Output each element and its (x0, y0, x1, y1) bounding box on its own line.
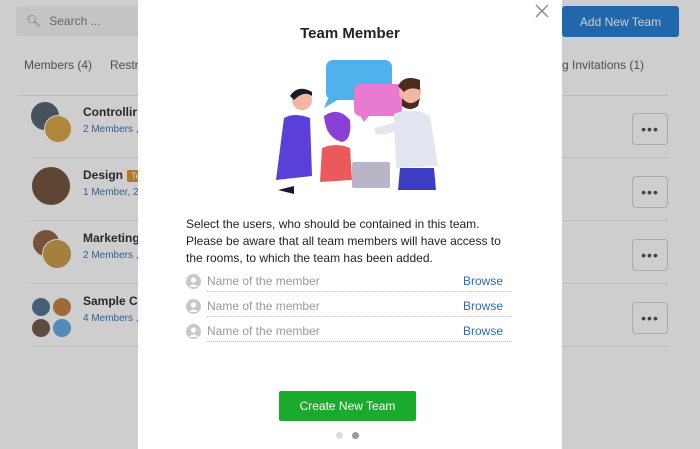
pager-dot[interactable] (336, 432, 343, 439)
close-button[interactable] (533, 3, 551, 21)
browse-link[interactable]: Browse (463, 324, 503, 338)
browse-link[interactable]: Browse (463, 299, 503, 313)
user-placeholder-icon (186, 324, 201, 339)
step-pager (336, 432, 366, 440)
user-placeholder-icon (186, 299, 201, 314)
modal-description: Select the users, who should be containe… (186, 217, 501, 265)
member-row: Browse (186, 272, 514, 292)
member-row: Browse (186, 297, 514, 317)
team-member-modal: Team Member Select the users, who should… (138, 0, 562, 449)
close-icon (535, 4, 549, 17)
browse-link[interactable]: Browse (463, 274, 503, 288)
create-new-team-button[interactable]: Create New Team (279, 391, 416, 421)
modal-title: Team Member (300, 25, 400, 42)
member-row: Browse (186, 322, 514, 342)
pager-dot-active[interactable] (352, 432, 359, 439)
team-illustration (276, 60, 438, 194)
user-placeholder-icon (186, 274, 201, 289)
